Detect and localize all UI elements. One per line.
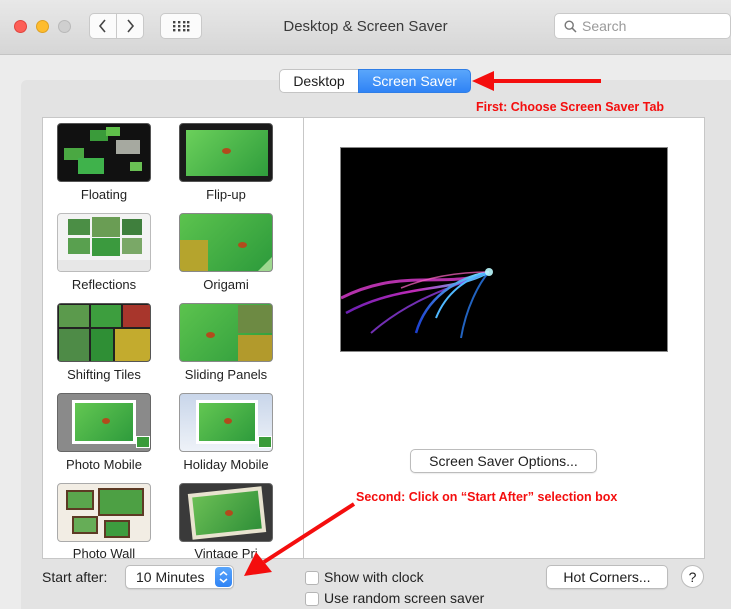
screen-saver-list[interactable]: Floating Flip-up Reflections Origami Shi… [42,117,304,559]
thumb-photo-wall[interactable] [57,483,151,542]
thumb-reflections[interactable] [57,213,151,272]
label-shifting-tiles: Shifting Tiles [67,367,141,382]
annotation-first: First: Choose Screen Saver Tab [476,100,665,114]
thumb-floating[interactable] [57,123,151,182]
label-photo-mobile: Photo Mobile [66,457,142,472]
hot-corners-button[interactable]: Hot Corners... [546,565,668,589]
label-holiday-mobile: Holiday Mobile [183,457,269,472]
title-bar: Desktop & Screen Saver Search [0,0,731,55]
tab-desktop[interactable]: Desktop [279,69,359,93]
label-reflections: Reflections [71,277,137,292]
select-stepper [215,567,232,587]
random-screen-saver-checkbox[interactable] [305,592,319,606]
random-screen-saver-label: Use random screen saver [324,590,485,606]
thumb-holiday-mobile[interactable] [179,393,273,452]
show-clock-label: Show with clock [324,569,424,585]
label-flip-up: Flip-up [206,187,246,202]
help-button[interactable]: ? [681,565,704,588]
label-origami: Origami [203,277,249,292]
screen-saver-preview [340,147,668,352]
label-sliding-panels: Sliding Panels [184,367,268,382]
preview-art [341,268,493,339]
thumb-origami[interactable] [179,213,273,272]
search-icon [564,20,577,33]
start-after-value: 10 Minutes [136,569,205,585]
search-placeholder: Search [582,18,627,34]
tab-screen-saver[interactable]: Screen Saver [358,69,471,93]
start-after-select[interactable]: 10 Minutes [125,565,234,589]
screen-saver-options-button[interactable]: Screen Saver Options... [410,449,597,473]
thumb-flip-up[interactable] [179,123,273,182]
show-clock-checkbox[interactable] [305,571,319,585]
start-after-label: Start after: [42,569,108,585]
label-floating: Floating [80,187,128,202]
label-photo-wall: Photo Wall [72,546,136,559]
up-down-chevron-icon [219,571,228,583]
thumb-shifting-tiles[interactable] [57,303,151,362]
thumb-photo-mobile[interactable] [57,393,151,452]
search-input[interactable]: Search [554,13,731,39]
annotation-arrow-first [472,71,601,91]
thumb-sliding-panels[interactable] [179,303,273,362]
annotation-second: Second: Click on “Start After” selection… [356,490,618,504]
